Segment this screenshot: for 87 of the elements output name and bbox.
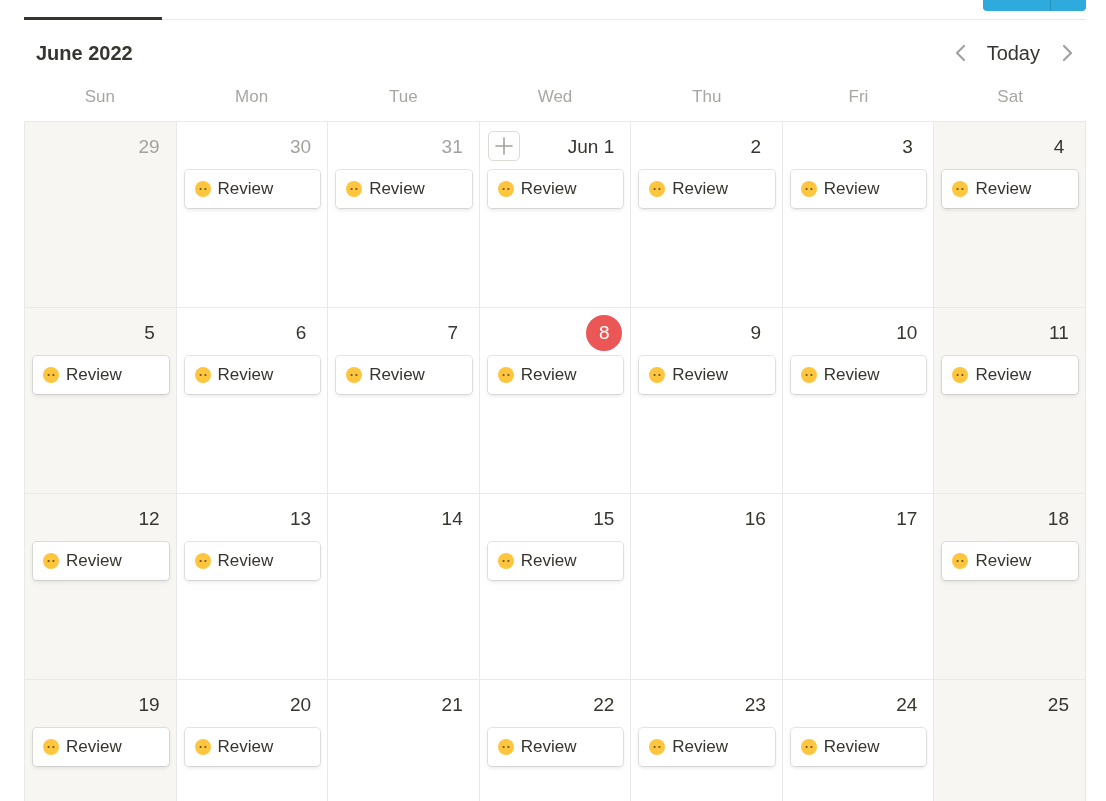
chevron-right-icon [1061,44,1074,62]
day-number: 19 [137,693,161,717]
day-number: 22 [592,693,616,717]
face-emoji-icon [952,181,969,197]
day-number: 29 [137,135,161,159]
event-card[interactable]: Review [639,170,775,208]
face-emoji-icon [194,739,211,755]
event-card[interactable]: Review [336,356,472,394]
event-card[interactable]: Review [487,542,624,580]
face-emoji-icon [497,367,514,383]
face-emoji-icon [346,181,363,197]
face-emoji-icon [346,367,363,383]
day-number: 18 [1046,507,1070,531]
today-button[interactable]: Today [986,40,1040,66]
next-month-button[interactable] [1061,44,1074,62]
event-card[interactable]: Review [184,542,321,580]
face-emoji-icon [43,739,59,755]
event-card[interactable]: Review [790,170,927,208]
chevron-left-icon [953,44,967,62]
weekday-label: Fri [848,87,869,106]
day-number: 3 [901,135,914,159]
day-number: 6 [294,321,308,345]
face-emoji-icon [952,367,969,383]
month-title: June 2022 [36,41,133,66]
day-number: 20 [289,693,313,717]
face-emoji-icon [497,181,514,197]
day-number: 7 [446,321,459,345]
add-event-button[interactable] [487,131,520,161]
event-card[interactable]: Review [184,728,321,766]
day-number: 16 [743,507,767,531]
event-card[interactable]: Review [487,170,624,208]
face-emoji-icon [800,367,817,383]
plus-icon [494,137,513,155]
day-number: 17 [895,507,919,531]
day-number: 11 [1048,321,1070,345]
weekday-label: Tue [388,87,418,106]
event-card[interactable]: Review [942,542,1078,580]
weekday-label: Mon [235,87,269,106]
day-number: 12 [137,507,161,531]
event-card[interactable]: Review [33,542,169,580]
face-emoji-icon [194,367,211,383]
event-card[interactable]: Review [184,356,321,394]
event-card[interactable]: Review [639,728,775,766]
face-emoji-icon [800,739,817,755]
event-card[interactable]: Review [790,356,927,394]
day-number: 10 [895,321,919,345]
previous-month-button[interactable] [953,44,967,62]
weekday-label: Wed [537,87,573,106]
weekday-label: Sat [997,87,1023,106]
face-emoji-icon [497,553,514,569]
day-number: 24 [895,693,919,717]
event-card[interactable]: Review [487,356,624,394]
event-card[interactable]: Review [942,170,1078,208]
event-card[interactable]: Review [33,728,169,766]
weekday-label: Thu [692,87,722,106]
day-number: 4 [1052,135,1066,159]
event-card[interactable]: Review [639,356,775,394]
day-number: 9 [749,321,763,345]
event-card[interactable]: Review [184,170,321,208]
day-number: 2 [749,135,763,159]
face-emoji-icon [194,553,211,569]
event-card[interactable]: Review [942,356,1078,394]
day-number: 5 [143,321,156,345]
face-emoji-icon [952,553,969,569]
event-card[interactable]: Review [487,728,624,766]
face-emoji-icon [497,739,514,755]
day-number: 25 [1046,693,1070,717]
day-number: 23 [743,693,767,717]
event-card[interactable]: Review [790,728,927,766]
day-number: 31 [440,135,464,159]
face-emoji-icon [43,367,59,383]
day-number: 15 [592,507,616,531]
day-number: 21 [440,693,464,717]
event-card[interactable]: Review [336,170,472,208]
face-emoji-icon [649,181,666,197]
day-number: 14 [440,507,464,531]
event-card[interactable]: Review [33,356,169,394]
face-emoji-icon [43,553,59,569]
face-emoji-icon [649,367,666,383]
day-number: 13 [289,507,313,531]
face-emoji-icon [194,181,211,197]
face-emoji-icon [649,739,666,755]
day-number: 8 [586,315,623,351]
day-number: 30 [289,135,313,159]
face-emoji-icon [800,181,817,197]
day-number: Jun 1 [566,135,616,159]
weekday-label: Sun [84,87,115,106]
